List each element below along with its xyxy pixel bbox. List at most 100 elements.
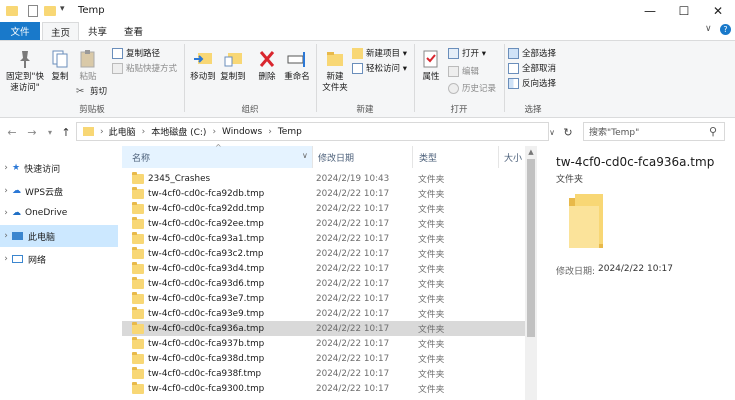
forward-button[interactable]: → (24, 124, 40, 140)
file-type: 文件夹 (418, 310, 445, 320)
table-row[interactable]: 2345_Crashes 2024/2/19 10:43 文件夹 (122, 171, 525, 186)
file-type: 文件夹 (418, 295, 445, 305)
breadcrumb-this-pc[interactable]: 此电脑 (109, 125, 136, 138)
column-header-date[interactable]: 修改日期 (312, 146, 412, 168)
group-divider (504, 44, 505, 112)
paste-shortcut-label: 粘贴快捷方式 (126, 64, 178, 74)
file-type: 文件夹 (418, 265, 445, 275)
open-button[interactable]: 打开 ▾ (448, 46, 486, 60)
new-item-button[interactable]: 新建项目 ▾ (352, 46, 407, 60)
nav-item-network[interactable]: › 网络 (0, 248, 118, 270)
new-folder-button[interactable]: 新建 文件夹 (318, 48, 352, 94)
properties-button[interactable]: 属性 (418, 48, 444, 83)
address-dropdown-icon[interactable]: ∨ (544, 124, 560, 140)
nav-label: OneDrive (25, 208, 68, 218)
breadcrumb-windows[interactable]: Windows (222, 127, 262, 137)
expand-chevron-icon[interactable]: › (0, 186, 12, 196)
table-row[interactable]: tw-4cf0-cd0c-fca938d.tmp 2024/2/22 10:17 文… (122, 351, 525, 366)
table-row[interactable]: tw-4cf0-cd0c-fca937b.tmp 2024/2/22 10:17 文… (122, 336, 525, 351)
tab-view[interactable]: 查看 (116, 22, 151, 40)
table-row[interactable]: tw-4cf0-cd0c-fca93c2.tmp 2024/2/22 10:17 文… (122, 246, 525, 261)
column-dropdown-icon[interactable]: ∨ (302, 151, 308, 160)
column-header-type[interactable]: 类型 (412, 146, 498, 168)
tab-home[interactable]: 主页 (42, 22, 80, 40)
file-type: 文件夹 (418, 190, 445, 200)
table-row[interactable]: tw-4cf0-cd0c-fca9300.tmp 2024/2/22 10:17 文… (122, 381, 525, 396)
close-button[interactable]: ✕ (701, 0, 735, 22)
ribbon-collapse-icon[interactable]: ∨ (705, 24, 712, 34)
nav-item-this-pc[interactable]: › 此电脑 (0, 225, 118, 247)
copy-to-button[interactable]: 复制到 (218, 48, 248, 83)
table-row[interactable]: tw-4cf0-cd0c-fca92db.tmp 2024/2/22 10:17 文… (122, 186, 525, 201)
copy-button[interactable]: 复制 (48, 48, 72, 83)
table-row[interactable]: tw-4cf0-cd0c-fca938f.tmp 2024/2/22 10:17 文… (122, 366, 525, 381)
pin-quick-access-button[interactable]: 固定到"快速访问" (4, 48, 46, 94)
column-header-size[interactable]: 大小 (498, 146, 525, 168)
select-all-button[interactable]: 全部选择 (508, 46, 556, 60)
history-button[interactable]: 历史记录 (448, 81, 496, 95)
table-row[interactable]: tw-4cf0-cd0c-fca92ee.tmp 2024/2/22 10:17 文… (122, 216, 525, 231)
table-row[interactable]: tw-4cf0-cd0c-fca93d4.tmp 2024/2/22 10:17 文… (122, 261, 525, 276)
vertical-scrollbar[interactable]: ▲ (525, 146, 537, 400)
file-type: 文件夹 (418, 175, 445, 185)
rename-button[interactable]: 重命名 (282, 48, 312, 83)
move-to-icon (194, 53, 212, 64)
table-row[interactable]: tw-4cf0-cd0c-fca93e9.tmp 2024/2/22 10:17 文… (122, 306, 525, 321)
table-row[interactable]: tw-4cf0-cd0c-fca93d6.tmp 2024/2/22 10:17 文… (122, 276, 525, 291)
expand-chevron-icon[interactable]: › (0, 231, 12, 241)
nav-item-onedrive[interactable]: › ☁ OneDrive (0, 202, 118, 224)
preview-title: tw-4cf0-cd0c-fca936a.tmp (556, 155, 715, 169)
folder-icon (132, 216, 144, 229)
properties-quick-icon[interactable] (28, 5, 38, 17)
table-row[interactable]: tw-4cf0-cd0c-fca936a.tmp 2024/2/22 10:17 文… (122, 321, 525, 336)
expand-chevron-icon[interactable]: › (0, 208, 12, 218)
breadcrumb-local-disk[interactable]: 本地磁盘 (C:) (151, 125, 206, 138)
nav-item-wps-cloud[interactable]: › ☁ WPS云盘 (0, 180, 118, 202)
copy-path-button[interactable]: 复制路径 (112, 46, 160, 60)
scrollbar-thumb[interactable] (527, 159, 535, 337)
edit-button[interactable]: 编辑 (448, 64, 479, 78)
expand-chevron-icon[interactable]: › (0, 163, 12, 173)
title-bar (0, 0, 735, 22)
table-row[interactable]: tw-4cf0-cd0c-fca93a1.tmp 2024/2/22 10:17 文… (122, 231, 525, 246)
easy-access-button[interactable]: 轻松访问 ▾ (352, 61, 407, 75)
up-button[interactable]: ↑ (58, 124, 74, 140)
table-row[interactable]: tw-4cf0-cd0c-fca93e7.tmp 2024/2/22 10:17 文… (122, 291, 525, 306)
properties-icon (423, 50, 438, 68)
delete-button[interactable]: 删除 (254, 48, 280, 83)
help-icon[interactable]: ? (720, 24, 731, 35)
expand-chevron-icon[interactable]: › (0, 254, 12, 264)
search-input[interactable]: 搜索"Temp" (583, 122, 725, 141)
paste-shortcut-button[interactable]: 粘贴快捷方式 (112, 61, 177, 75)
new-folder-quick-icon[interactable] (44, 6, 56, 16)
breadcrumb-temp[interactable]: Temp (278, 127, 302, 137)
folder-icon (132, 201, 144, 214)
file-date: 2024/2/22 10:17 (316, 203, 390, 214)
quick-access-dropdown-icon[interactable]: ▾ (60, 4, 65, 14)
cut-button[interactable]: ✂ 剪切 (76, 84, 107, 98)
copy-icon (52, 50, 68, 68)
recent-dropdown-icon[interactable]: ▾ (42, 124, 58, 140)
clipboard-group-label: 剪贴板 (79, 105, 105, 115)
paste-button[interactable]: 粘贴 (76, 48, 100, 83)
file-date: 2024/2/22 10:17 (316, 323, 390, 334)
pin-label: 固定到"快速访问" (6, 72, 44, 93)
paste-icon (80, 50, 95, 68)
file-name: tw-4cf0-cd0c-fca937b.tmp (148, 338, 265, 349)
tab-share[interactable]: 共享 (80, 22, 115, 40)
maximize-button[interactable]: ☐ (667, 0, 701, 22)
table-row[interactable]: tw-4cf0-cd0c-fca92dd.tmp 2024/2/22 10:17 文… (122, 201, 525, 216)
open-icon (448, 47, 459, 59)
back-button[interactable]: ← (4, 124, 20, 140)
folder-icon (132, 381, 144, 394)
nav-item-quick-access[interactable]: › ★ 快速访问 (0, 157, 118, 179)
select-none-button[interactable]: 全部取消 (508, 61, 556, 75)
address-bar[interactable]: › 此电脑 › 本地磁盘 (C:) › Windows › Temp (76, 122, 549, 141)
refresh-button[interactable]: ↻ (560, 124, 576, 140)
tab-file[interactable]: 文件 (0, 22, 40, 40)
invert-selection-button[interactable]: 反向选择 (508, 76, 556, 90)
minimize-button[interactable]: — (633, 0, 667, 22)
scroll-up-arrow-icon[interactable]: ▲ (525, 146, 537, 158)
move-to-button[interactable]: 移动到 (188, 48, 218, 83)
folder-icon (6, 6, 18, 16)
